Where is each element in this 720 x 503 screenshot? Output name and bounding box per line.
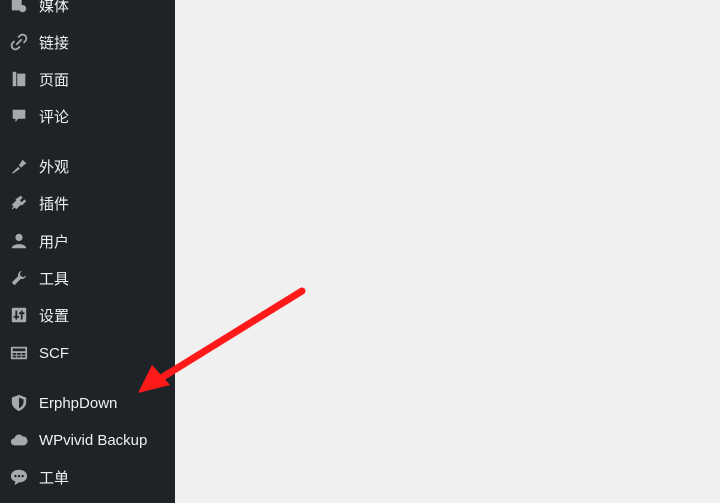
red-arrow-annotation: [138, 287, 306, 393]
